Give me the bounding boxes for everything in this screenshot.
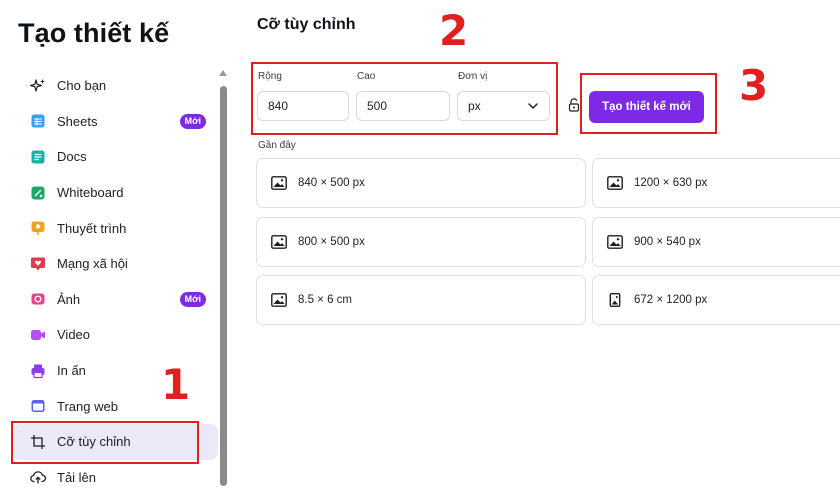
image-landscape-icon bbox=[607, 176, 623, 190]
image-landscape-icon bbox=[607, 235, 623, 249]
sparkle-icon bbox=[30, 78, 46, 94]
unlock-icon[interactable] bbox=[568, 98, 580, 112]
sidebar-item-video[interactable]: Video bbox=[12, 317, 218, 353]
presentation-icon bbox=[30, 220, 46, 236]
annotation-number-3: 3 bbox=[739, 61, 769, 110]
recent-size-card[interactable]: 900 × 540 px bbox=[592, 217, 840, 267]
recent-size-card[interactable]: 840 × 500 px bbox=[256, 158, 586, 208]
sidebar-title: Tạo thiết kế bbox=[18, 18, 170, 48]
sidebar-scrollbar[interactable] bbox=[219, 70, 228, 500]
new-badge: Mới bbox=[179, 291, 206, 307]
sidebar-item-label: Cho bạn bbox=[57, 78, 107, 94]
recent-size-card[interactable]: 672 × 1200 px bbox=[592, 275, 840, 325]
annotation-box-2 bbox=[251, 62, 558, 135]
image-portrait-icon bbox=[607, 293, 623, 307]
sidebar-item-tai-len[interactable]: Tải lên bbox=[12, 460, 218, 496]
image-landscape-icon bbox=[271, 235, 287, 249]
recent-size-label: 900 × 540 px bbox=[634, 236, 701, 248]
recent-size-label: 800 × 500 px bbox=[298, 236, 365, 248]
sidebar-item-label: Ảnh bbox=[57, 291, 81, 307]
recent-size-label: 840 × 500 px bbox=[298, 177, 365, 189]
sidebar-item-label: Sheets bbox=[57, 113, 98, 129]
print-icon bbox=[30, 363, 46, 379]
photo-icon bbox=[30, 291, 46, 307]
sidebar-item-docs[interactable]: Docs bbox=[12, 139, 218, 175]
recent-size-card[interactable]: 8.5 × 6 cm bbox=[256, 275, 586, 325]
video-icon bbox=[30, 327, 46, 343]
sidebar-item-label: Trang web bbox=[57, 398, 118, 414]
image-landscape-icon bbox=[271, 293, 287, 307]
new-badge: Mới bbox=[179, 113, 206, 129]
sidebar-item-sheets[interactable]: Sheets Mới bbox=[12, 104, 218, 140]
sidebar-item-label: Whiteboard bbox=[57, 185, 124, 201]
annotation-box-1 bbox=[11, 421, 199, 464]
sidebar-item-label: Tải lên bbox=[57, 469, 97, 485]
sidebar-item-label: Mạng xã hội bbox=[57, 256, 128, 272]
scroll-thumb[interactable] bbox=[220, 86, 227, 486]
sidebar-item-whiteboard[interactable]: Whiteboard bbox=[12, 175, 218, 211]
social-media-icon bbox=[30, 256, 46, 272]
whiteboard-icon bbox=[30, 185, 46, 201]
upload-icon bbox=[30, 469, 46, 485]
docs-icon bbox=[30, 149, 46, 165]
sidebar-item-label: In ấn bbox=[57, 363, 86, 379]
sidebar-item-thuyet-trinh[interactable]: Thuyết trình bbox=[12, 210, 218, 246]
recent-label: Gần đây bbox=[258, 140, 296, 151]
image-landscape-icon bbox=[271, 176, 287, 190]
page-title: Cỡ tùy chỉnh bbox=[257, 16, 356, 33]
recent-size-card[interactable]: 1200 × 630 px bbox=[592, 158, 840, 208]
sidebar-item-anh[interactable]: Ảnh Mới bbox=[12, 282, 218, 318]
scroll-up-arrow-icon[interactable] bbox=[219, 70, 227, 76]
annotation-number-1: 1 bbox=[161, 360, 191, 409]
sidebar-item-label: Docs bbox=[57, 149, 87, 165]
website-icon bbox=[30, 398, 46, 414]
recent-size-card[interactable]: 800 × 500 px bbox=[256, 217, 586, 267]
recent-size-label: 8.5 × 6 cm bbox=[298, 294, 353, 306]
sidebar-item-mang-xa-hoi[interactable]: Mạng xã hội bbox=[12, 246, 218, 282]
annotation-box-3 bbox=[580, 73, 717, 134]
annotation-number-2: 2 bbox=[439, 6, 469, 55]
sheets-icon bbox=[30, 113, 46, 129]
sidebar-item-label: Video bbox=[57, 327, 91, 343]
sidebar-item-cho-ban[interactable]: Cho bạn bbox=[12, 68, 218, 104]
recent-size-label: 672 × 1200 px bbox=[634, 294, 708, 306]
recent-size-label: 1200 × 630 px bbox=[634, 177, 708, 189]
sidebar-item-label: Thuyết trình bbox=[57, 220, 127, 236]
